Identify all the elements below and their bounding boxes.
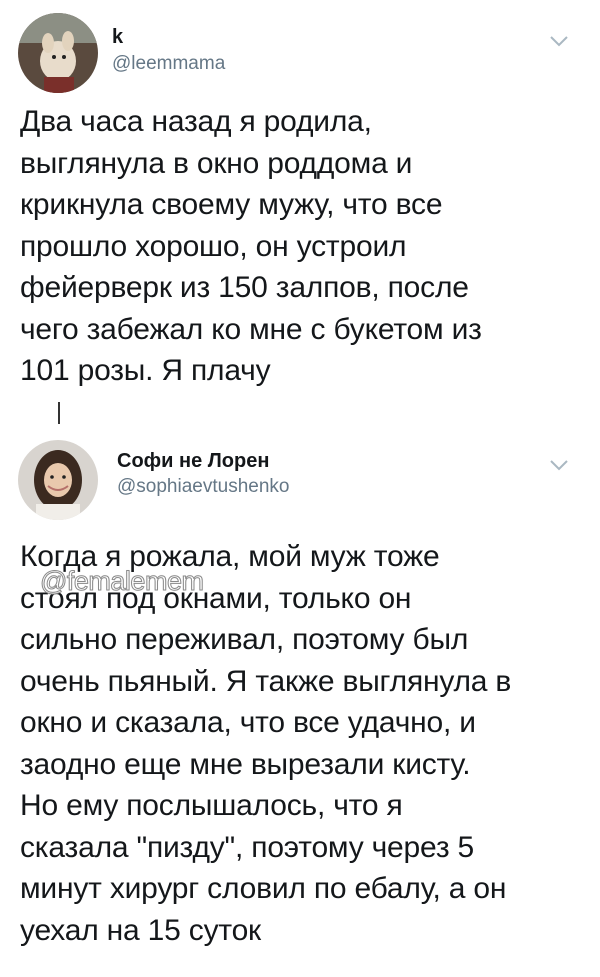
- tweet-text-2: Когда я рожала, мой муж тоже стоял под о…: [20, 540, 512, 947]
- avatar-user-1[interactable]: [18, 13, 98, 93]
- chevron-down-icon[interactable]: [548, 34, 570, 48]
- thread-connector: [58, 402, 60, 424]
- avatar-user-2[interactable]: [18, 440, 98, 520]
- display-name-2[interactable]: Софи не Лорен: [117, 450, 269, 473]
- avatar-photo-2: [18, 440, 98, 520]
- handle-1[interactable]: @leemmama: [112, 53, 225, 75]
- watermark: @femalemem: [39, 566, 204, 597]
- chevron-down-icon[interactable]: [548, 458, 570, 472]
- avatar-photo-1: [18, 13, 98, 93]
- handle-2[interactable]: @sophiaevtushenko: [117, 476, 289, 498]
- display-name-1[interactable]: k: [112, 26, 123, 49]
- tweet-text-1: Два часа назад я родила, выглянула в окн…: [20, 105, 482, 387]
